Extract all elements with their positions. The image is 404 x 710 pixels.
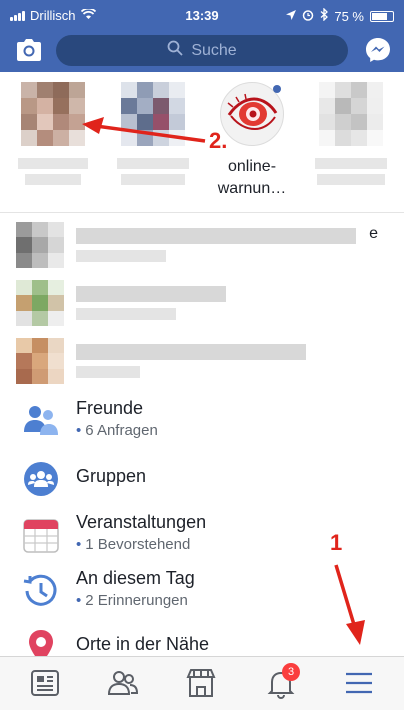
blurred-avatar <box>121 82 185 146</box>
online-indicator <box>273 85 281 93</box>
blurred-thumbnail <box>16 280 64 326</box>
camera-icon[interactable] <box>16 38 42 62</box>
friends-tab-icon[interactable] <box>106 667 142 699</box>
menu-item-label: Veranstaltungen <box>76 512 207 532</box>
tab-bar: 3 <box>0 656 404 710</box>
menu-item-memories[interactable]: An diesem Tag • 2 Erinnerungen <box>0 562 404 618</box>
menu-item-friends[interactable]: Freunde • 6 Anfragen <box>0 392 404 448</box>
story-item[interactable] <box>306 82 396 191</box>
truncated-text: e <box>369 225 378 242</box>
search-input[interactable]: Suche <box>56 35 348 66</box>
menu-item-groups[interactable]: Gruppen <box>0 450 404 506</box>
avatar <box>220 82 284 146</box>
list-item[interactable] <box>16 338 396 384</box>
search-icon <box>167 40 183 61</box>
menu-item-subtitle: • 6 Anfragen <box>76 422 158 439</box>
groups-icon <box>22 460 60 498</box>
friends-icon <box>22 402 60 440</box>
status-bar: Drillisch 13:39 75 % <box>0 0 404 30</box>
notifications-icon[interactable]: 3 <box>264 663 300 699</box>
calendar-icon <box>22 516 60 554</box>
blurred-avatar <box>319 82 383 146</box>
annotation-step-1: 1 <box>330 530 343 555</box>
menu-item-subtitle: • 2 Erinnerungen <box>76 592 188 609</box>
story-name: online-warnun… <box>217 158 287 197</box>
stories-row: online-warnun… <box>0 72 404 212</box>
location-arrow-icon <box>286 9 297 24</box>
marketplace-icon[interactable] <box>184 667 220 699</box>
menu-item-events[interactable]: Veranstaltungen • 1 Bevorstehend <box>0 506 404 562</box>
menu-icon[interactable] <box>342 667 378 699</box>
notification-badge: 3 <box>282 663 300 681</box>
menu-item-label: Gruppen <box>76 466 147 486</box>
menu-item-label: Orte in der Nähe <box>76 634 210 654</box>
annotation-step-2: 2. <box>209 128 228 153</box>
bluetooth-icon <box>320 7 329 24</box>
menu-item-subtitle: • 1 Bevorstehend <box>76 536 191 553</box>
menu-item-label: An diesem Tag <box>76 568 195 588</box>
memories-icon <box>22 572 60 610</box>
messenger-icon[interactable] <box>364 36 392 64</box>
battery-percent: 75 % <box>334 8 364 24</box>
blurred-avatar <box>21 82 85 146</box>
divider <box>0 212 404 213</box>
menu-item-label: Freunde <box>76 398 144 418</box>
blurred-thumbnail <box>16 222 64 268</box>
list-item[interactable] <box>16 280 396 326</box>
search-placeholder: Suche <box>191 41 237 59</box>
list-item[interactable]: e <box>16 222 396 268</box>
top-bar: Suche <box>0 30 404 72</box>
blurred-thumbnail <box>16 338 64 384</box>
eye-logo-icon <box>227 93 278 131</box>
news-feed-icon[interactable] <box>28 667 64 699</box>
battery-icon <box>370 10 394 22</box>
story-item[interactable] <box>8 82 98 191</box>
story-item[interactable] <box>108 82 198 191</box>
alarm-icon <box>302 9 314 24</box>
